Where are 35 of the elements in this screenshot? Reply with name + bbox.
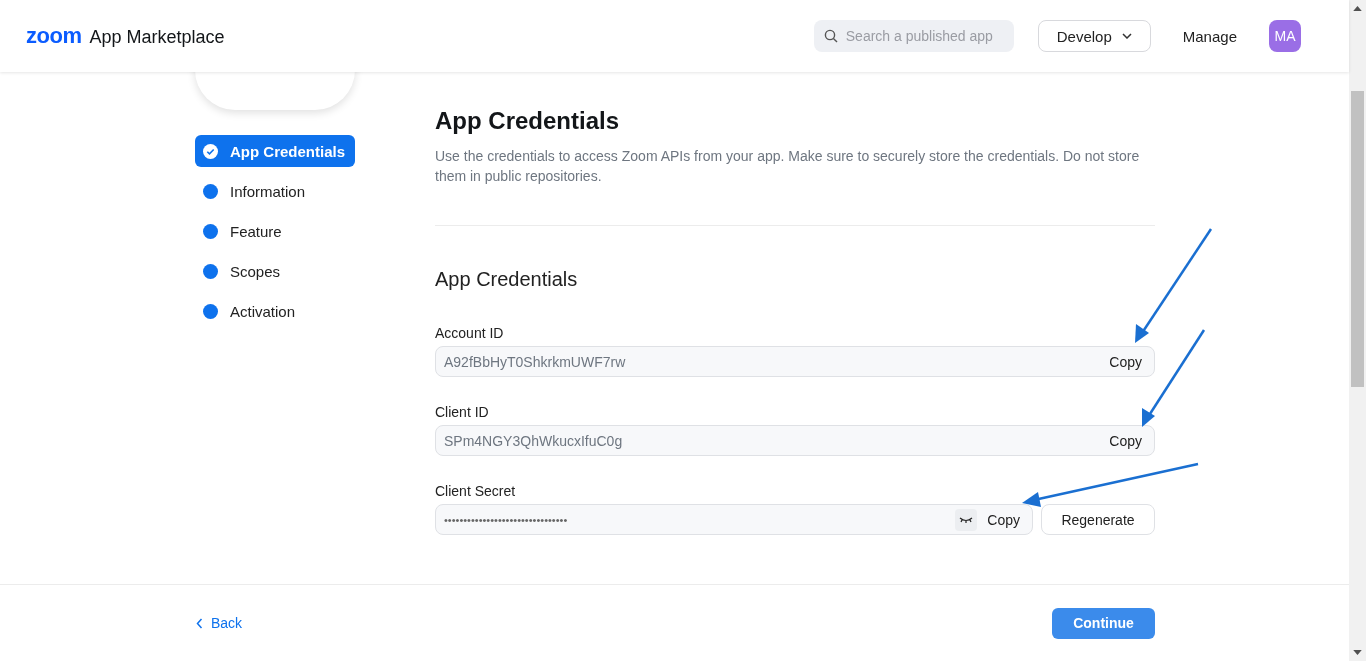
step-item[interactable]: Information [195, 175, 355, 207]
regenerate-button[interactable]: Regenerate [1041, 504, 1155, 535]
zoom-logo[interactable]: zoom [26, 23, 82, 49]
check-circle-icon [203, 143, 218, 159]
credential-field[interactable]: A92fBbHyT0ShkrkmUWF7rw Copy [435, 346, 1155, 377]
marketplace-title: App Marketplace [89, 27, 225, 48]
step-dot-icon [203, 303, 218, 319]
chevron-left-icon [196, 617, 203, 629]
user-avatar[interactable]: MA [1269, 20, 1301, 52]
develop-dropdown[interactable]: Develop [1037, 20, 1151, 52]
step-item[interactable]: Scopes [195, 255, 355, 287]
copy-button[interactable]: Copy [1105, 353, 1146, 370]
chevron-down-icon [1121, 33, 1132, 39]
copy-button[interactable]: Copy [983, 511, 1024, 528]
step-dot-icon [203, 263, 218, 279]
credential-field[interactable]: •••••••••••••••••••••••••••••••• Copy [435, 504, 1033, 535]
back-link[interactable]: Back [196, 615, 243, 631]
page-description: Use the credentials to access Zoom APIs from your app. Make sure to securely store the credentials. Do not store them in public repositories. [435, 147, 1141, 186]
step-dot-icon [203, 183, 218, 199]
eye-closed-icon[interactable] [955, 508, 978, 531]
credential-field[interactable]: SPm4NGY3QhWkucxIfuC0g Copy [435, 425, 1155, 456]
search-field[interactable]: Search a published app [813, 20, 1014, 52]
field-label: Account ID [435, 324, 505, 343]
step-dot-icon [203, 223, 218, 239]
scrollbar[interactable] [1349, 0, 1366, 661]
copy-button[interactable]: Copy [1105, 432, 1146, 449]
step-item[interactable]: Activation [195, 295, 355, 327]
manage-link[interactable]: Manage [1182, 27, 1237, 45]
page-title: App Credentials [435, 106, 621, 136]
step-item[interactable]: App Credentials [195, 135, 355, 167]
section-heading: App Credentials [435, 267, 579, 292]
field-label: Client ID [435, 403, 490, 422]
scrollbar-thumb[interactable] [1351, 91, 1364, 387]
step-item[interactable]: Feature [195, 215, 355, 247]
field-label: Client Secret [435, 482, 517, 501]
